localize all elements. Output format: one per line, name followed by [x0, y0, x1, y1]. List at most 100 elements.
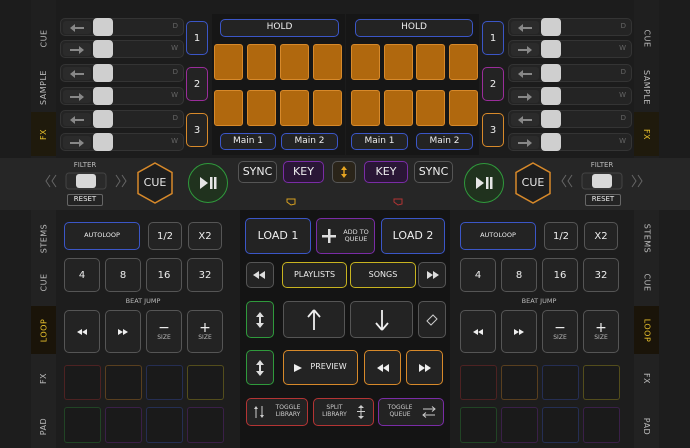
fx-fader-row-left[interactable]: W: [60, 40, 184, 58]
main1-button-right[interactable]: Main 1: [351, 133, 408, 150]
key-button-right[interactable]: KEY: [364, 161, 408, 183]
loop-pad[interactable]: [460, 407, 497, 443]
sync-button-left[interactable]: SYNC: [238, 161, 277, 183]
back-button[interactable]: [246, 262, 274, 288]
swap-decks-button[interactable]: [332, 161, 356, 183]
loop-pad[interactable]: [187, 407, 224, 443]
main2-button-right[interactable]: Main 2: [416, 133, 473, 150]
loop-pad[interactable]: [501, 407, 538, 443]
tab-fx-bottom-right[interactable]: FX: [634, 356, 659, 400]
loop-pad[interactable]: [583, 407, 620, 443]
loop-pad[interactable]: [105, 365, 142, 400]
load2-button[interactable]: LOAD 2: [381, 218, 445, 254]
loop-size-button-left[interactable]: 8: [105, 258, 141, 292]
fx-unit-2-left[interactable]: 2: [186, 67, 208, 101]
forward-button[interactable]: [418, 262, 446, 288]
hotcue-pad[interactable]: [214, 90, 243, 126]
key-button-left[interactable]: KEY: [283, 161, 324, 183]
fx-fader-row-right[interactable]: W: [508, 40, 632, 58]
beat-jump-back-button-left[interactable]: [64, 310, 100, 353]
preview-rewind-button[interactable]: [364, 350, 401, 385]
fader-knob[interactable]: [541, 110, 561, 128]
hotcue-pad[interactable]: [384, 90, 413, 126]
hotcue-pad[interactable]: [280, 90, 309, 126]
fx-unit-1-left[interactable]: 1: [186, 21, 208, 55]
hotcue-pad[interactable]: [416, 44, 445, 80]
fader-knob[interactable]: [93, 87, 113, 105]
add-to-queue-button[interactable]: ADD TO QUEUE: [316, 218, 375, 254]
mute-icon-right[interactable]: [393, 196, 403, 206]
fader-knob[interactable]: [541, 87, 561, 105]
fader-knob[interactable]: [93, 40, 113, 58]
fx-fader-row-left[interactable]: D: [60, 110, 184, 128]
hotcue-pad[interactable]: [247, 90, 276, 126]
hold-button-right[interactable]: HOLD: [355, 19, 473, 37]
fx-unit-3-right[interactable]: 3: [482, 113, 504, 147]
tab-pad-left[interactable]: PAD: [31, 404, 56, 448]
hotcue-pad[interactable]: [214, 44, 243, 80]
fader-knob[interactable]: [93, 64, 113, 82]
loop-size-button-right[interactable]: 4: [460, 258, 496, 292]
autoloop-button-left[interactable]: AUTOLOOP: [64, 222, 140, 250]
fx-fader-row-left[interactable]: W: [60, 87, 184, 105]
play-pause-button-right[interactable]: [464, 163, 504, 203]
beat-jump-forward-button-left[interactable]: [105, 310, 141, 353]
loop-size-button-left[interactable]: 16: [146, 258, 182, 292]
preview-button[interactable]: PREVIEW: [283, 350, 358, 385]
toggle-library-button[interactable]: TOGGLE LIBRARY: [246, 398, 308, 426]
tab-cue-bottom-right[interactable]: CUE: [634, 260, 659, 304]
beat-jump-size-increase-button-left[interactable]: + SIZE: [187, 310, 223, 353]
loop-pad[interactable]: [583, 365, 620, 400]
tab-loop-left[interactable]: LOOP: [31, 306, 56, 354]
loop-pad[interactable]: [187, 365, 224, 400]
reset-button-right[interactable]: RESET: [585, 194, 621, 206]
fader-knob[interactable]: [93, 110, 113, 128]
tab-stems-right[interactable]: STEMS: [634, 214, 659, 262]
beat-jump-forward-button-right[interactable]: [501, 310, 537, 353]
fx-unit-1-right[interactable]: 1: [482, 21, 504, 55]
loop-pad[interactable]: [501, 365, 538, 400]
tab-loop-right[interactable]: LOOP: [634, 306, 659, 354]
fader-knob[interactable]: [93, 18, 113, 36]
hotcue-pad[interactable]: [384, 44, 413, 80]
load1-button[interactable]: LOAD 1: [245, 218, 311, 254]
scroll-top-button[interactable]: [246, 301, 274, 338]
tab-cue-right[interactable]: CUE: [634, 18, 659, 58]
loop-pad[interactable]: [146, 407, 183, 443]
tab-fx-right[interactable]: FX: [634, 112, 659, 156]
loop-size-button-right[interactable]: 16: [542, 258, 578, 292]
main2-button-left[interactable]: Main 2: [281, 133, 338, 150]
hotcue-pad[interactable]: [449, 44, 478, 80]
hotcue-pad[interactable]: [313, 90, 342, 126]
fx-fader-row-right[interactable]: W: [508, 87, 632, 105]
fx-fader-row-right[interactable]: D: [508, 64, 632, 82]
fx-fader-row-left[interactable]: D: [60, 18, 184, 36]
fader-knob[interactable]: [93, 133, 113, 151]
beat-jump-size-decrease-button-right[interactable]: − SIZE: [542, 310, 578, 353]
tab-sample-left[interactable]: SAMPLE: [31, 64, 56, 110]
loop-half-button-right[interactable]: 1/2: [544, 222, 578, 250]
loop-half-button-left[interactable]: 1/2: [148, 222, 182, 250]
fx-unit-2-right[interactable]: 2: [482, 67, 504, 101]
sync-button-right[interactable]: SYNC: [414, 161, 453, 183]
fx-fader-row-left[interactable]: W: [60, 133, 184, 151]
beat-jump-size-increase-button-right[interactable]: + SIZE: [583, 310, 619, 353]
up-button[interactable]: [283, 301, 345, 338]
loop-pad[interactable]: [146, 365, 183, 400]
loop-size-button-left[interactable]: 4: [64, 258, 100, 292]
scroll-bottom-button[interactable]: [246, 350, 274, 385]
loop-size-button-right[interactable]: 32: [583, 258, 619, 292]
hotcue-pad[interactable]: [247, 44, 276, 80]
cue-button-right[interactable]: CUE: [514, 162, 552, 204]
fx-fader-row-right[interactable]: D: [508, 110, 632, 128]
filter-slider-left[interactable]: [44, 171, 128, 191]
tab-cue-bottom-left[interactable]: CUE: [31, 260, 56, 304]
hotcue-pad[interactable]: [449, 90, 478, 126]
fx-fader-row-left[interactable]: D: [60, 64, 184, 82]
tab-fx-bottom-left[interactable]: FX: [31, 356, 56, 400]
loop-pad[interactable]: [105, 407, 142, 443]
autoloop-button-right[interactable]: AUTOLOOP: [460, 222, 536, 250]
fader-knob[interactable]: [541, 40, 561, 58]
beat-jump-size-decrease-button-left[interactable]: − SIZE: [146, 310, 182, 353]
songs-button[interactable]: SONGS: [350, 262, 416, 288]
